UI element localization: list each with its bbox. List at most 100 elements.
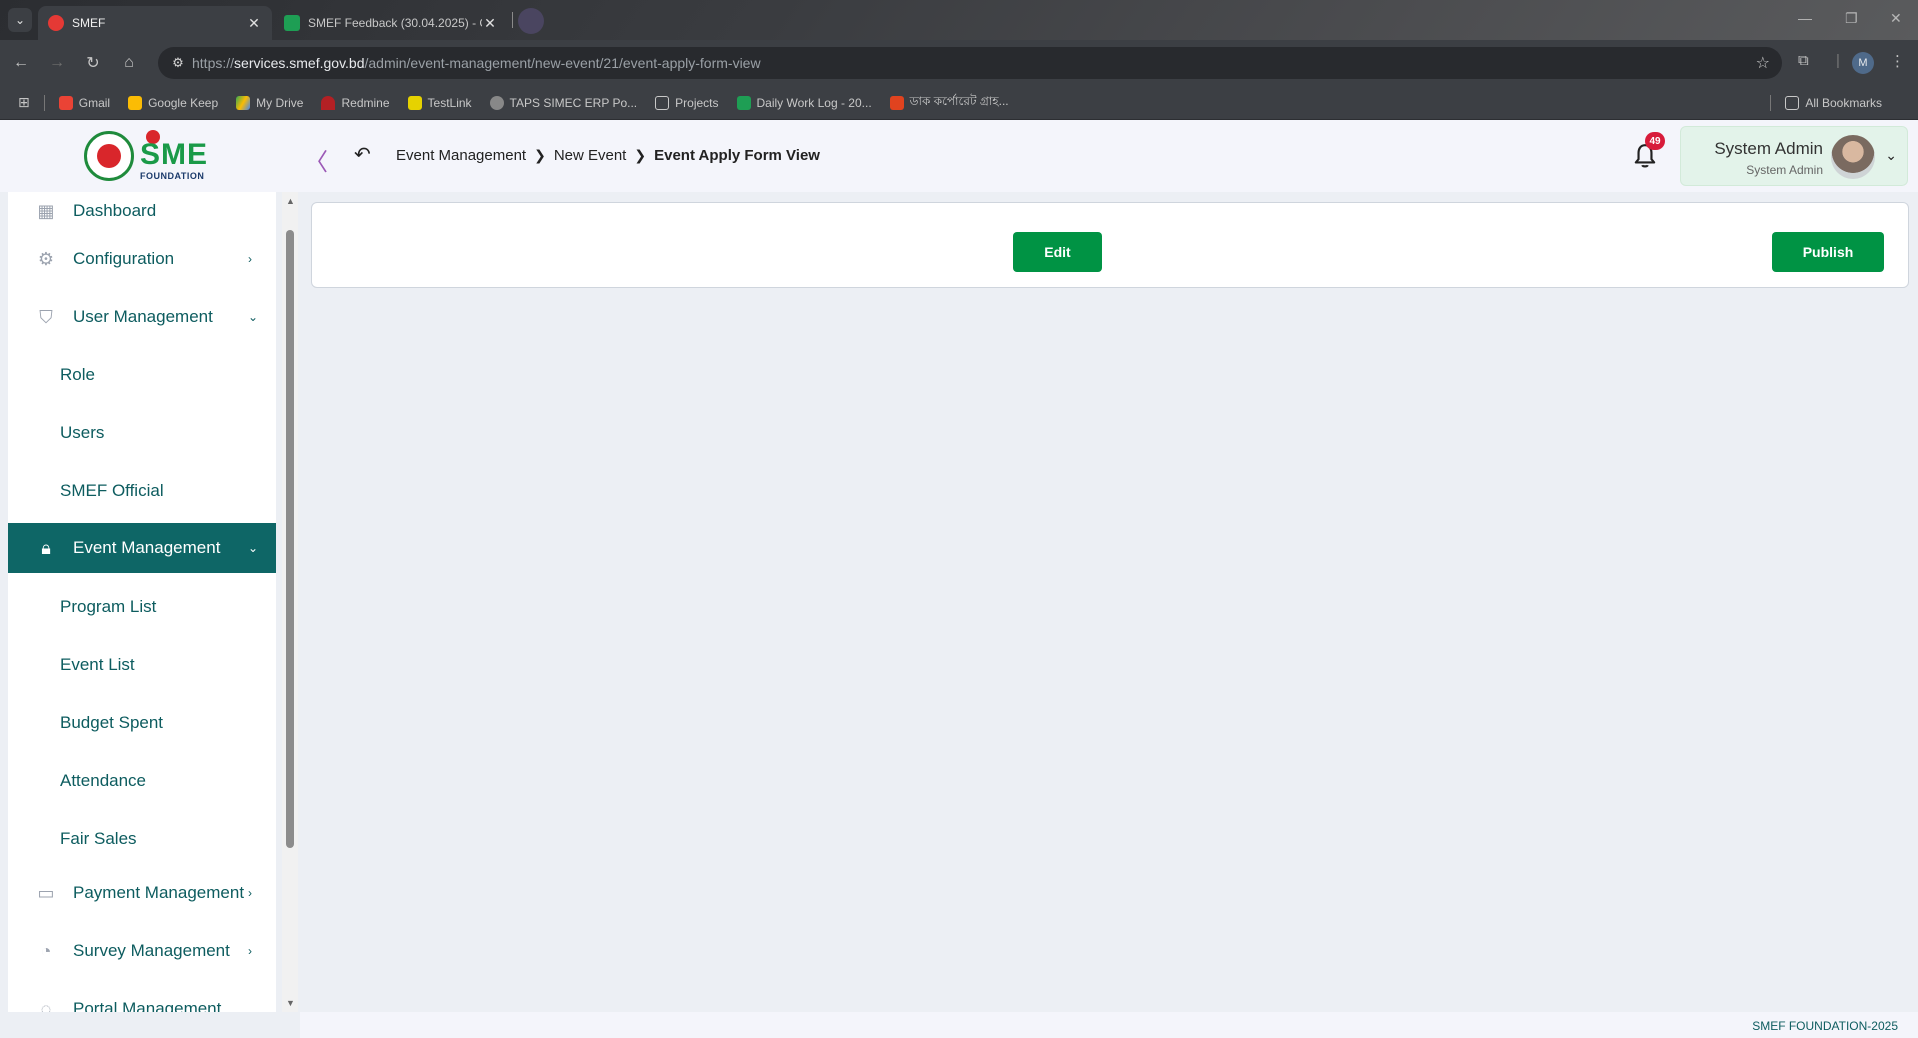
new-tab-button[interactable] <box>518 8 544 34</box>
folder-icon <box>655 95 670 110</box>
grid-icon: ▦ <box>37 200 55 221</box>
minimize-icon[interactable]: — <box>1798 10 1812 26</box>
sidebar-item-label: Payment Management <box>73 883 245 902</box>
tab-smef-feedback[interactable]: SMEF Feedback (30.04.2025) - G ✕ <box>274 6 508 40</box>
bookmark-google-keep[interactable]: Google Keep <box>128 95 218 110</box>
address-bar[interactable]: ⚙ https://services.smef.gov.bd/admin/eve… <box>158 47 1782 79</box>
restore-icon[interactable]: ❐ <box>1845 10 1858 27</box>
tab-search-button[interactable]: ⌄ <box>8 8 32 32</box>
app-root: SME FOUNDATION 〈 ↶ Event Management ❯ Ne… <box>0 120 1918 1038</box>
breadcrumb-new-event[interactable]: New Event <box>554 147 627 164</box>
sidebar-item-configuration[interactable]: ⚙ Configuration › <box>8 234 276 284</box>
bookmark-taps[interactable]: TAPS SIMEC ERP Po... <box>489 95 637 110</box>
bookmark-testlink[interactable]: TestLink <box>407 95 472 110</box>
smef-wordmark: SME FOUNDATION <box>140 130 212 182</box>
sidebar-item-survey-management[interactable]: ◔ Survey Management › <box>8 926 276 976</box>
tab-smef[interactable]: SMEF ✕ <box>38 6 272 40</box>
sidebar-item-label: Dashboard <box>73 201 157 220</box>
sidebar-scrollbar[interactable]: ▲ ▼ <box>282 192 298 1012</box>
user-menu[interactable]: System Admin System Admin ⌄ <box>1680 126 1908 186</box>
sheets-favicon-icon <box>284 15 300 31</box>
sidebar-item-label: User Management <box>73 307 213 326</box>
bookmark-redmine[interactable]: Redmine <box>321 95 390 110</box>
sidebar-item-payment-management[interactable]: ▭ Payment Management › <box>8 868 276 918</box>
sidebar-item-portal-management[interactable]: ◌ Portal Management <box>8 984 276 1013</box>
bookmark-dak[interactable]: ডাক কর্পোরেট গ্রাহ... <box>889 93 1009 113</box>
sidebar-item-label: Portal Management <box>73 999 222 1012</box>
home-icon[interactable]: ⌂ <box>118 52 140 74</box>
sidebar-item-label: Event Management <box>73 538 221 557</box>
close-window-icon[interactable]: ✕ <box>1890 10 1902 27</box>
all-bookmarks[interactable]: All Bookmarks <box>1770 95 1882 111</box>
extensions-icon[interactable]: ⧉ <box>1798 52 1809 69</box>
edit-button[interactable]: Edit <box>1013 232 1102 272</box>
sidebar-item-user-management[interactable]: ⛉ User Management ⌄ <box>8 292 276 342</box>
bookmark-my-drive[interactable]: My Drive <box>236 95 303 110</box>
publish-button[interactable]: Publish <box>1772 232 1884 272</box>
tab-title: SMEF <box>72 16 106 30</box>
logo-text: SME <box>140 138 209 171</box>
sidebar-subitem-fair-sales[interactable]: Fair Sales <box>60 819 137 859</box>
sidebar-subitem-users[interactable]: Users <box>60 413 104 453</box>
site-info-icon[interactable]: ⚙ <box>164 55 192 71</box>
breadcrumb-event-management[interactable]: Event Management <box>396 147 526 164</box>
gmail-icon <box>58 95 73 110</box>
sidebar: ▦ Dashboard ⚙ Configuration › ⛉ User Man… <box>8 192 276 1012</box>
sidebar-subitem-program-list[interactable]: Program List <box>60 587 156 627</box>
sidebar-item-label: Configuration <box>73 249 175 268</box>
redmine-icon <box>321 95 336 110</box>
bookmark-gmail[interactable]: Gmail <box>58 95 110 110</box>
tab-title: SMEF Feedback (30.04.2025) - G <box>308 16 482 30</box>
testlink-icon <box>407 95 422 110</box>
breadcrumb: Event Management ❯ New Event ❯ Event App… <box>396 147 820 164</box>
chevron-down-icon: ⌄ <box>248 310 259 324</box>
sidebar-subitem-attendance[interactable]: Attendance <box>60 761 146 801</box>
scrollbar-thumb[interactable] <box>286 230 294 848</box>
menu-dots-icon[interactable]: ⋮ <box>1890 52 1905 70</box>
forward-arrow-icon[interactable]: → <box>46 52 68 74</box>
bookmark-projects[interactable]: Projects <box>655 95 719 110</box>
tab-close-icon[interactable]: ✕ <box>246 15 262 32</box>
apps-grid-icon[interactable]: ⊞ <box>18 94 30 111</box>
lock-icon: 🔒︎ <box>41 537 51 558</box>
smef-logo[interactable]: SME FOUNDATION <box>84 130 212 182</box>
scroll-up-icon[interactable]: ▲ <box>286 196 295 206</box>
portal-icon: ◌ <box>40 998 52 1013</box>
user-name: System Admin <box>1714 139 1823 158</box>
folder-icon <box>1785 96 1800 110</box>
sidebar-subitem-event-list[interactable]: Event List <box>60 645 135 685</box>
dak-icon <box>889 95 904 110</box>
sidebar-subitem-budget-spent[interactable]: Budget Spent <box>60 703 163 743</box>
chevron-right-icon: › <box>248 886 252 900</box>
scroll-down-icon[interactable]: ▼ <box>286 998 295 1008</box>
chevron-down-icon: ⌄ <box>248 541 259 555</box>
bookmark-daily-work-log[interactable]: Daily Work Log - 20... <box>736 95 872 110</box>
smef-favicon-icon <box>48 15 64 31</box>
back-arrow-icon[interactable]: ← <box>10 52 32 74</box>
bookmarks-bar: ⊞ Gmail Google Keep My Drive Redmine Tes… <box>0 86 1918 120</box>
back-icon[interactable]: ↶ <box>354 142 371 167</box>
bookmark-star-icon[interactable]: ☆ <box>1756 53 1770 73</box>
url-text: https://services.smef.gov.bd/admin/event… <box>192 55 761 71</box>
chevron-down-icon[interactable]: ⌄ <box>1885 147 1897 164</box>
money-icon: ▭ <box>37 882 55 903</box>
sidebar-item-event-management[interactable]: 🔒︎ Event Management ⌄ <box>8 523 276 573</box>
config-icon: ⚙ <box>37 248 55 269</box>
keep-icon <box>128 95 143 110</box>
chevron-right-icon: ❯ <box>634 147 647 163</box>
tab-close-icon[interactable]: ✕ <box>482 15 498 32</box>
reload-icon[interactable]: ↻ <box>82 52 104 74</box>
drive-icon <box>236 95 251 110</box>
bookmark-divider <box>1770 95 1772 111</box>
pie-icon: ◔ <box>40 940 52 961</box>
browser-toolbar: ← → ↻ ⌂ ⚙ https://services.smef.gov.bd/a… <box>0 40 1918 86</box>
chevron-right-icon: › <box>248 252 252 266</box>
sidebar-subitem-role[interactable]: Role <box>60 355 95 395</box>
bookmark-divider <box>43 94 45 111</box>
avatar <box>1831 135 1875 179</box>
sidebar-item-dashboard[interactable]: ▦ Dashboard <box>8 192 276 236</box>
sidebar-collapse-icon[interactable]: 〈 <box>304 142 328 177</box>
sheets-icon <box>736 95 751 110</box>
sidebar-subitem-smef-official[interactable]: SMEF Official <box>60 471 164 511</box>
profile-avatar[interactable]: M <box>1852 52 1874 74</box>
